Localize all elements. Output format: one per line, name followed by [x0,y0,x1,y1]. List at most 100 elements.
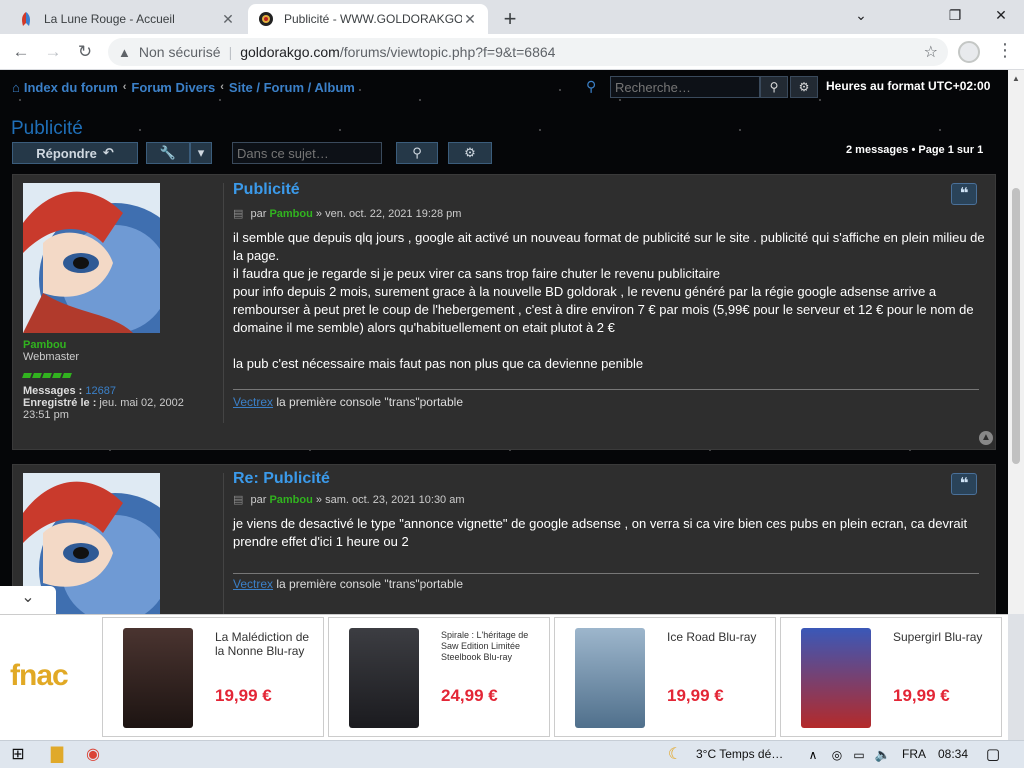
reply-button[interactable]: Répondre ↶ [12,142,138,164]
post-paragraph: il semble que depuis qlq jours , google … [233,230,985,263]
warning-icon: ▲ [118,44,131,60]
message-count: 2 messages [846,144,909,156]
post-meta-author[interactable]: Pambou [269,494,312,506]
post-author-name[interactable]: Pambou [23,339,66,351]
scroll-up-icon[interactable]: ▲ [1012,74,1020,83]
topic-search-input[interactable] [232,142,382,164]
post-date: ven. oct. 22, 2021 19:28 pm [325,208,462,220]
weather-moon-icon[interactable]: ☾ [664,744,686,766]
tab-strip: La Lune Rouge - Accueil ✕ Publicité - WW… [0,0,1024,34]
by-word: par [250,208,267,220]
post: Pambou Webmaster Messages : 12687 Enregi… [12,174,996,450]
url-path: /forums/viewtopic.php?f=9&t=6864 [339,44,556,60]
chevron-up-icon: ▲ [981,432,991,443]
post-paragraph [233,337,985,355]
minimize-icon: ⌄ [855,7,867,23]
forum-search-input[interactable] [610,76,760,98]
close-tab-icon[interactable]: ✕ [220,11,236,28]
chrome-icon[interactable]: ◉ [82,744,104,766]
product-title: Spirale : L'héritage de Saw Edition Limi… [441,630,529,662]
post-paragraph: il faudra que je regarde si je peux vire… [233,266,721,281]
signature-divider [233,573,979,574]
reload-button[interactable]: ↻ [74,41,96,63]
address-bar[interactable]: ▲ Non sécurisé | goldorakgo.com/forums/v… [108,38,948,66]
close-icon: ✕ [995,7,1007,23]
ad-product[interactable]: Spirale : L'héritage de Saw Edition Limi… [328,617,550,737]
forward-button[interactable]: → [42,41,64,63]
meta-arrow: » [315,208,323,220]
notifications-icon[interactable]: ▢ [982,744,1004,766]
product-price: 19,99 € [215,686,272,705]
signature-link[interactable]: Vectrex [233,577,273,591]
topic-title[interactable]: Publicité [11,118,83,140]
advanced-search-button[interactable]: ⚙ [790,76,818,98]
topic-search-button[interactable]: ⚲ [396,142,438,164]
meta-arrow: » [315,494,323,506]
language-indicator[interactable]: FRA [902,747,926,761]
post: Re: Publicité ▤ par Pambou » sam. oct. 2… [12,464,996,614]
quote-icon: ❝ [959,475,969,492]
quote-button[interactable]: ❝ [951,183,977,205]
page-scrollbar[interactable]: ▲ [1008,70,1024,614]
meet-now-icon[interactable]: ◎ [826,744,848,766]
volume-icon[interactable]: 🔈 [872,744,894,766]
ad-collapse-button[interactable]: ⌄ [0,586,56,614]
search-icon[interactable]: ⚲ [586,78,596,95]
post-title[interactable]: Re: Publicité [233,470,330,488]
quote-button[interactable]: ❝ [951,473,977,495]
restore-button[interactable]: ❐ [932,0,978,30]
breadcrumb-forum-divers[interactable]: Forum Divers [131,80,215,95]
messages-count-link[interactable]: 12687 [85,385,116,397]
scrollbar-thumb[interactable] [1012,188,1020,464]
of-word: sur [956,144,975,156]
fnac-logo[interactable]: fnac [10,659,69,693]
gear-icon: ⚙ [464,145,476,160]
post-divider [223,473,224,614]
product-cover [575,628,645,728]
signature-text: la première console "trans"portable [276,395,463,409]
document-icon[interactable]: ▤ [233,208,243,220]
post-body: je viens de desactivé le type "annonce v… [233,515,985,551]
post-meta: ▤ par Pambou » ven. oct. 22, 2021 19:28 … [233,207,461,220]
tab-lune-rouge[interactable]: La Lune Rouge - Accueil ✕ [8,4,246,34]
messages-stat: Messages : 12687 [23,385,116,397]
reload-icon: ↻ [77,42,93,61]
product-price: 19,99 € [667,686,724,705]
topic-tools-button[interactable]: 🔧 [146,142,190,164]
file-explorer-icon[interactable]: ▇ [46,744,68,766]
chevron-down-icon: ⌄ [21,589,35,606]
bookmark-star-icon[interactable]: ☆ [924,42,938,62]
signature-link[interactable]: Vectrex [233,395,273,409]
post-meta-author[interactable]: Pambou [269,208,312,220]
menu-kebab-icon[interactable]: ⋮ [996,40,1014,61]
network-icon[interactable]: ▭ [848,744,870,766]
profile-avatar[interactable] [958,41,980,63]
reply-arrow-icon: ↶ [102,145,114,160]
windows-start-icon[interactable]: ⊞ [7,744,29,766]
topic-tools-dropdown[interactable]: ▾ [190,142,212,164]
back-button[interactable]: ← [10,41,32,63]
weather-text[interactable]: 3°C Temps dé… [696,747,783,761]
close-tab-icon[interactable]: ✕ [462,11,478,28]
avatar[interactable] [23,183,160,333]
ad-product[interactable]: La Malédiction de la Nonne Blu-ray 19,99… [102,617,324,737]
search-button[interactable]: ⚲ [760,76,788,98]
tab-goldorakgo[interactable]: Publicité - WWW.GOLDORAKGO ✕ [248,4,488,34]
minimize-button[interactable]: ⌄ [838,0,884,30]
close-window-button[interactable]: ✕ [978,0,1024,30]
url-text: goldorakgo.com/forums/viewtopic.php?f=9&… [240,44,555,60]
post-paragraph: pour info depuis 2 mois, surement grace … [233,284,974,335]
topic-search-options-button[interactable]: ⚙ [448,142,492,164]
chevron-up-icon[interactable]: ∧ [802,744,824,766]
document-icon[interactable]: ▤ [233,494,243,506]
ad-product[interactable]: Supergirl Blu-ray 19,99 € [780,617,1002,737]
clock-time[interactable]: 08:34 [938,747,968,761]
ad-product[interactable]: Ice Road Blu-ray 19,99 € [554,617,776,737]
post-divider [223,183,224,423]
breadcrumb-index[interactable]: Index du forum [24,80,118,95]
back-to-top-button[interactable]: ▲ [979,431,993,445]
post-paragraph: je viens de desactivé le type "annonce v… [233,516,968,549]
new-tab-button[interactable]: + [498,6,522,32]
breadcrumb-site-forum-album[interactable]: Site / Forum / Album [229,80,355,95]
post-title[interactable]: Publicité [233,181,300,199]
